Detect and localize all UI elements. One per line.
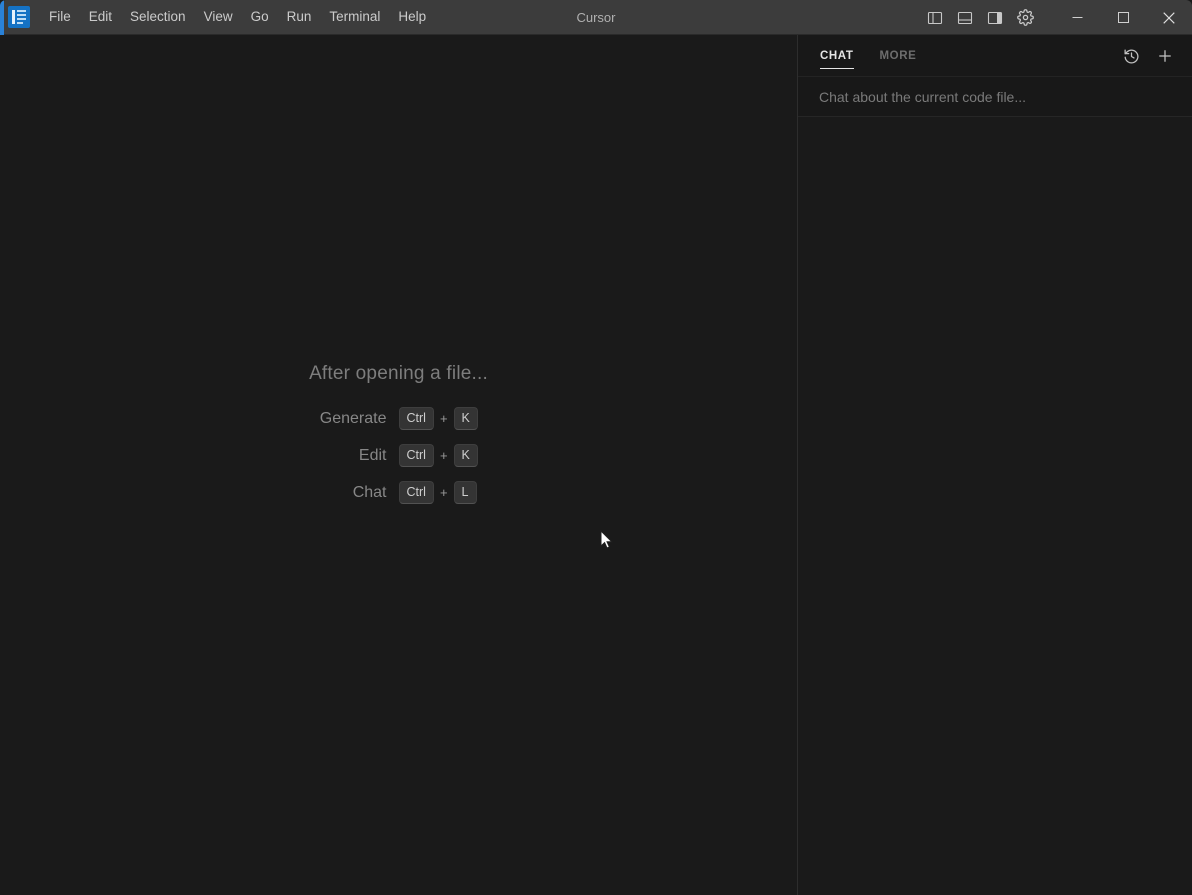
menu-item-go[interactable]: Go	[242, 5, 278, 29]
menu-item-edit[interactable]: Edit	[80, 5, 121, 29]
key-separator: +	[439, 411, 448, 426]
shortcut-keys-generate: Ctrl + K	[398, 407, 478, 430]
shortcut-row-edit: Edit Ctrl + K	[304, 444, 494, 467]
layout-toggle-group	[920, 3, 1040, 33]
shortcut-label-edit: Edit	[358, 446, 387, 464]
menu-item-help[interactable]: Help	[389, 5, 435, 29]
toggle-primary-sidebar-icon[interactable]	[920, 3, 950, 33]
menu-bar: File Edit Selection View Go Run Terminal…	[40, 0, 435, 35]
menu-item-run[interactable]: Run	[278, 5, 321, 29]
chat-message-list	[798, 117, 1192, 895]
cursor-application-window: File Edit Selection View Go Run Terminal…	[0, 0, 1192, 895]
shortcut-label-generate: Generate	[319, 409, 387, 427]
title-bar-actions	[920, 0, 1192, 35]
shortcut-label-chat: Chat	[352, 483, 387, 501]
chat-panel-header: CHAT MORE	[798, 35, 1192, 77]
shortcut-keys-edit: Ctrl + K	[398, 444, 478, 467]
menu-item-view[interactable]: View	[195, 5, 242, 29]
close-button[interactable]	[1146, 0, 1192, 35]
key-k: K	[453, 407, 478, 430]
chat-history-icon[interactable]	[1118, 43, 1144, 69]
key-l: L	[453, 481, 477, 504]
menu-item-selection[interactable]: Selection	[121, 5, 195, 29]
tab-chat[interactable]: CHAT	[820, 38, 854, 73]
settings-gear-icon[interactable]	[1010, 3, 1040, 33]
editor-empty-state-area: After opening a file... Generate Ctrl + …	[0, 35, 797, 895]
chat-header-actions	[1118, 35, 1178, 77]
shortcut-row-generate: Generate Ctrl + K	[304, 407, 494, 430]
key-ctrl: Ctrl	[398, 444, 434, 467]
window-controls	[1054, 0, 1192, 35]
tab-more[interactable]: MORE	[880, 38, 917, 73]
keyboard-shortcut-hints: After opening a file... Generate Ctrl + …	[0, 363, 797, 518]
minimize-button[interactable]	[1054, 0, 1100, 35]
key-separator: +	[439, 448, 448, 463]
chat-input-placeholder: Chat about the current code file...	[819, 88, 1027, 105]
title-bar: File Edit Selection View Go Run Terminal…	[0, 0, 1192, 35]
toggle-panel-icon[interactable]	[950, 3, 980, 33]
key-k: K	[453, 444, 478, 467]
shortcut-keys-chat: Ctrl + L	[398, 481, 477, 504]
menu-item-terminal[interactable]: Terminal	[320, 5, 389, 29]
chat-input[interactable]: Chat about the current code file...	[798, 77, 1192, 117]
new-chat-icon[interactable]	[1152, 43, 1178, 69]
shortcut-row-chat: Chat Ctrl + L	[304, 481, 494, 504]
hints-title: After opening a file...	[309, 363, 488, 384]
window-accent-strip	[0, 0, 4, 35]
key-ctrl: Ctrl	[398, 407, 434, 430]
key-separator: +	[439, 485, 448, 500]
toggle-secondary-sidebar-icon[interactable]	[980, 3, 1010, 33]
menu-item-file[interactable]: File	[40, 5, 80, 29]
maximize-button[interactable]	[1100, 0, 1146, 35]
cursor-book-logo-icon	[8, 6, 30, 28]
chat-side-panel: CHAT MORE Chat about the current code fi…	[797, 35, 1192, 895]
key-ctrl: Ctrl	[398, 481, 434, 504]
